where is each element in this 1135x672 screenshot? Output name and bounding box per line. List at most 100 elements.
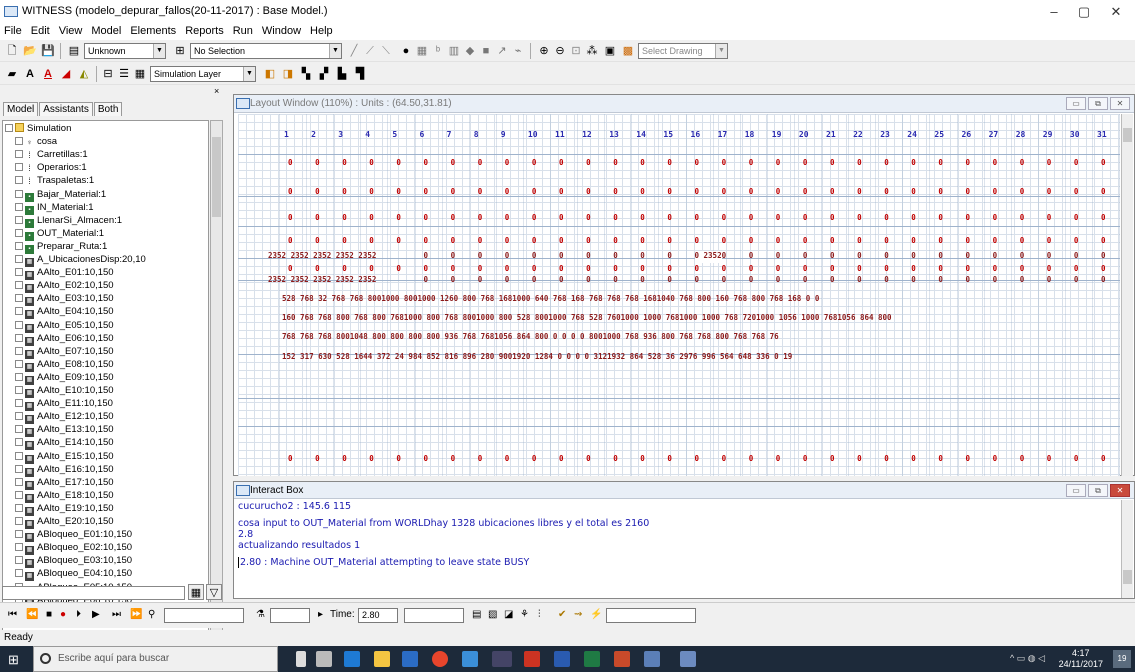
- tree-checkbox[interactable]: [5, 124, 13, 132]
- windows-start-icon[interactable]: ⊞: [8, 652, 19, 668]
- draw-text-icon[interactable]: ᵇ: [430, 43, 446, 59]
- tree-checkbox[interactable]: [15, 346, 23, 355]
- tree-filter-input[interactable]: [2, 586, 185, 600]
- panel-close-icon[interactable]: ×: [214, 86, 219, 96]
- run-target-input[interactable]: [164, 608, 244, 623]
- command-input[interactable]: [606, 608, 696, 623]
- powerpoint-icon[interactable]: [614, 651, 630, 667]
- drawing-combo[interactable]: Select Drawing ▼: [638, 43, 728, 59]
- tree-item[interactable]: ▦ AAlto_E01:10,150: [15, 267, 114, 281]
- menu-view[interactable]: View: [55, 24, 88, 37]
- notification-badge[interactable]: 19: [1113, 650, 1131, 668]
- layout-minimize-button[interactable]: ▭: [1066, 97, 1086, 110]
- acrobat-icon[interactable]: [524, 651, 540, 667]
- rewind-icon[interactable]: ⏮: [8, 608, 17, 622]
- clock[interactable]: 4:17 24/11/2017: [1059, 648, 1103, 670]
- snap-icon[interactable]: ▣: [602, 43, 618, 59]
- tree-item[interactable]: ▦ ABloqueo_E01:10,150: [15, 529, 132, 543]
- taskbar-search[interactable]: Escribe aquí para buscar: [33, 646, 278, 672]
- draw-path-icon[interactable]: ⟋: [362, 43, 378, 59]
- tree-checkbox[interactable]: [15, 386, 23, 394]
- step-icon[interactable]: ⏵: [76, 608, 81, 622]
- run-icon[interactable]: ▶: [92, 608, 100, 622]
- tree-item[interactable]: ▦ AAlto_E10:10,150: [15, 385, 114, 398]
- interact-minimize-button[interactable]: ▭: [1066, 484, 1086, 497]
- layout-grid[interactable]: 1 2 3 4 5 6 7 8 9 10 11 12 13 14 15 16 17 18 19 20 21 22 23 24 2…: [238, 114, 1120, 476]
- tree-item[interactable]: ▦ AAlto_E17:10,150: [15, 477, 114, 490]
- tree-checkbox[interactable]: [15, 320, 23, 329]
- step-back-icon[interactable]: ⏪: [26, 608, 38, 622]
- highlight-icon[interactable]: ◭: [76, 66, 92, 82]
- interact-restore-button[interactable]: ⧉: [1088, 484, 1108, 497]
- interact-close-button[interactable]: ✕: [1110, 484, 1130, 497]
- speed-slider[interactable]: [270, 608, 310, 623]
- file-explorer-icon[interactable]: [374, 651, 390, 667]
- time-play-icon[interactable]: ▸: [318, 608, 323, 622]
- tree-checkbox[interactable]: [15, 477, 23, 486]
- tree-checkbox[interactable]: [15, 569, 23, 578]
- zoom-in-icon[interactable]: ⊕: [536, 43, 552, 59]
- tree-item[interactable]: ▦ AAlto_E07:10,150: [15, 346, 114, 359]
- layers-icon[interactable]: ▩: [620, 43, 636, 59]
- new-icon[interactable]: 🗋: [4, 43, 20, 59]
- save-icon[interactable]: 💾: [40, 43, 56, 59]
- tree-checkbox[interactable]: [15, 425, 23, 434]
- store-icon[interactable]: [402, 651, 418, 667]
- tree-checkbox[interactable]: [15, 372, 23, 381]
- tree-item[interactable]: ▦ A_UbicacionesDisp:20,10: [15, 254, 146, 267]
- run-to-end-icon[interactable]: ⏭: [112, 608, 121, 622]
- menu-run[interactable]: Run: [229, 24, 258, 37]
- list-icon[interactable]: ☰: [116, 66, 132, 82]
- tree-checkbox[interactable]: [15, 255, 23, 263]
- grid-table-icon[interactable]: ▦: [132, 66, 148, 82]
- layer-props-icon[interactable]: ▙: [334, 66, 350, 82]
- layer-manage-icon[interactable]: ▜: [352, 66, 368, 82]
- tree-item[interactable]: ▦ AAlto_E13:10,150: [15, 424, 114, 438]
- menu-window[interactable]: Window: [258, 24, 306, 37]
- tree-item[interactable]: ▦ AAlto_E20:10,150: [15, 516, 114, 529]
- stop-icon[interactable]: ■: [46, 608, 52, 622]
- people-icon[interactable]: [492, 651, 512, 667]
- tree-checkbox[interactable]: [15, 228, 23, 237]
- grid-icon[interactable]: ⁂: [584, 43, 600, 59]
- chart-icon[interactable]: ◪: [504, 608, 513, 622]
- tree-item[interactable]: ▦ AAlto_E15:10,150: [15, 451, 114, 464]
- witness-taskbar-icon[interactable]: [680, 651, 696, 667]
- draw-fill-icon[interactable]: ◆: [462, 43, 478, 59]
- tree-item[interactable]: ▦ AAlto_E02:10,150: [15, 280, 114, 294]
- tree-checkbox[interactable]: [15, 503, 23, 512]
- speed-icon[interactable]: ⚗: [256, 608, 265, 622]
- fill-color-icon[interactable]: ▰: [4, 66, 20, 82]
- tree-item[interactable]: ▦ ABloqueo_E02:10,150: [15, 542, 132, 556]
- tree-item[interactable]: ▦ AAlto_E11:10,150: [15, 398, 113, 412]
- tree-item[interactable]: ⁞ Operarios:1: [15, 162, 87, 174]
- report-icon[interactable]: ▤: [472, 608, 481, 622]
- layout-close-button[interactable]: ✕: [1110, 97, 1130, 110]
- tree-checkbox[interactable]: [15, 307, 23, 316]
- font-color-icon[interactable]: A: [40, 66, 56, 82]
- tree-item[interactable]: ▪ OUT_Material:1: [15, 228, 104, 241]
- tree-checkbox[interactable]: [15, 241, 23, 250]
- statistics-icon[interactable]: ▧: [488, 608, 497, 622]
- menu-help[interactable]: Help: [306, 24, 338, 37]
- selection-combo[interactable]: No Selection ▼: [190, 43, 342, 59]
- tree-checkbox[interactable]: [15, 517, 23, 525]
- layout-restore-button[interactable]: ⧉: [1088, 97, 1108, 110]
- align-icon[interactable]: ⊟: [100, 66, 116, 82]
- tree-checkbox[interactable]: [15, 294, 23, 303]
- task-view-icon[interactable]: [316, 651, 332, 667]
- tree-item[interactable]: ▪ LlenarSi_Almacen:1: [15, 215, 122, 228]
- tree-item[interactable]: ▦ AAlto_E05:10,150: [15, 320, 114, 333]
- layer-combo[interactable]: Simulation Layer ▼: [150, 66, 256, 82]
- microphone-icon[interactable]: [296, 651, 306, 667]
- computer-icon[interactable]: [462, 651, 478, 667]
- tab-model[interactable]: Model: [3, 102, 39, 116]
- open-icon[interactable]: 📂: [22, 43, 38, 59]
- tree-item[interactable]: ▦ AAlto_E18:10,150: [15, 490, 114, 503]
- tree-checkbox[interactable]: [15, 412, 23, 421]
- tree-item[interactable]: ▪ Bajar_Material:1: [15, 189, 106, 202]
- record-icon[interactable]: ●: [60, 608, 66, 622]
- excel-icon[interactable]: [584, 651, 600, 667]
- tree-item[interactable]: ▦ AAlto_E08:10,150: [15, 359, 114, 372]
- layer-show-icon[interactable]: ◧: [262, 66, 278, 82]
